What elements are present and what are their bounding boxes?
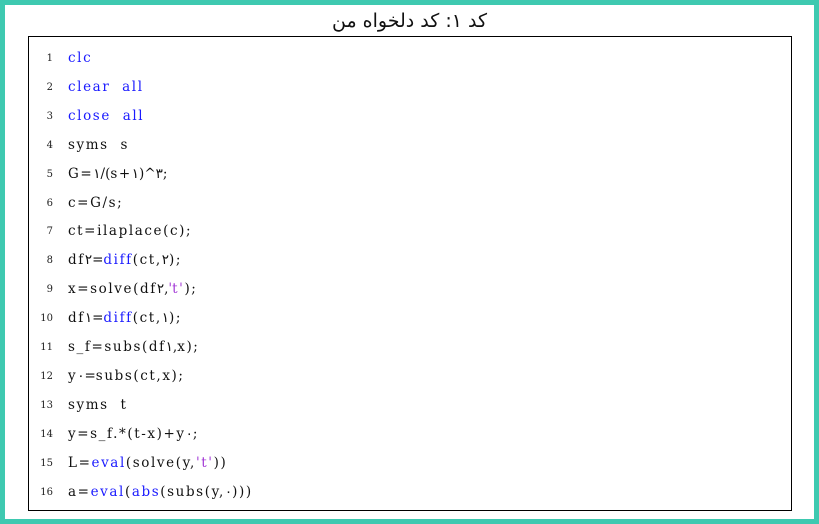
code-token: y۰=subs(ct,x); [68, 367, 185, 384]
line-number: 6 [46, 197, 53, 209]
line-number: 9 [46, 284, 53, 296]
code-keyword: clear all [68, 78, 144, 95]
code-keyword: abs [131, 483, 161, 500]
line-number: 12 [40, 370, 53, 382]
code-keyword: close all [68, 107, 145, 124]
code-text: syms t [68, 391, 128, 420]
code-token: (ct,۲); [132, 252, 182, 269]
code-keyword: eval [90, 483, 125, 500]
code-token: a= [68, 483, 91, 500]
code-text: s_f=subs(df۱,x); [68, 333, 199, 362]
code-text: close all [68, 102, 144, 131]
code-token: ); [184, 281, 198, 298]
code-text: y=s_f.*(t-x)+y۰; [68, 420, 197, 449]
line-number: 16 [40, 486, 53, 498]
code-token: (solve(y, [125, 454, 196, 471]
code-text: ct=ilaplace(c); [68, 217, 192, 246]
code-keyword: diff [103, 252, 133, 269]
code-token: )) [213, 454, 228, 471]
line-number: 13 [40, 399, 53, 411]
line-number: 2 [46, 81, 53, 93]
code-text: x=solve(df۲,'t'); [68, 275, 197, 304]
code-token: syms t [68, 396, 128, 413]
code-token: df۱= [68, 310, 104, 327]
code-text: y۰=subs(ct,x); [68, 362, 185, 391]
code-text: L=eval(solve(y,'t')) [68, 449, 227, 478]
code-text: df۲=diff(ct,۲); [68, 246, 182, 275]
line-number: 7 [46, 226, 53, 238]
line-number: 14 [40, 428, 53, 440]
code-text: df۱=diff(ct,۱); [68, 304, 182, 333]
line-number: 11 [40, 342, 53, 353]
code-token: (ct,۱); [132, 310, 182, 327]
line-number: 5 [46, 168, 53, 180]
code-token: df۲= [68, 252, 104, 269]
listing-caption: کد ۱: کد دلخواه من [331, 10, 488, 32]
code-keyword: clc [68, 50, 93, 66]
line-number: 4 [46, 139, 53, 151]
code-string: 't' [168, 281, 185, 298]
line-number: 1 [46, 53, 53, 64]
code-token: G=۱/(s+۱)^۳; [68, 165, 168, 182]
code-token: ct=ilaplace(c); [68, 223, 193, 240]
code-string: 't' [195, 454, 214, 471]
code-listing: 1 clc 2 clear all 3 close all 4 syms s 5 G=۱/(s+۱… [28, 36, 792, 511]
code-token: syms s [68, 136, 129, 153]
line-number: 15 [40, 457, 53, 469]
line-number: 3 [46, 110, 53, 122]
code-token: ( [124, 483, 132, 500]
code-token: (subs(y,۰))) [160, 483, 253, 500]
line-number: 8 [46, 255, 53, 267]
code-text: clear all [68, 73, 144, 102]
code-keyword: diff [103, 310, 133, 327]
code-text: clc [68, 44, 92, 73]
code-text: syms s [68, 131, 129, 160]
code-token: c=G/s; [68, 194, 124, 211]
line-number: 10 [40, 313, 53, 325]
code-text: c=G/s; [68, 189, 123, 218]
code-text: a=eval(abs(subs(y,۰))) [68, 478, 253, 507]
code-text: G=۱/(s+۱)^۳; [68, 160, 167, 189]
code-token: x=solve(df۲, [68, 281, 169, 298]
code-token: y=s_f.*(t-x)+y۰; [68, 425, 198, 442]
code-token: s_f=subs(df۱,x); [68, 339, 200, 355]
code-token: L= [68, 454, 92, 471]
code-keyword: eval [91, 454, 126, 471]
